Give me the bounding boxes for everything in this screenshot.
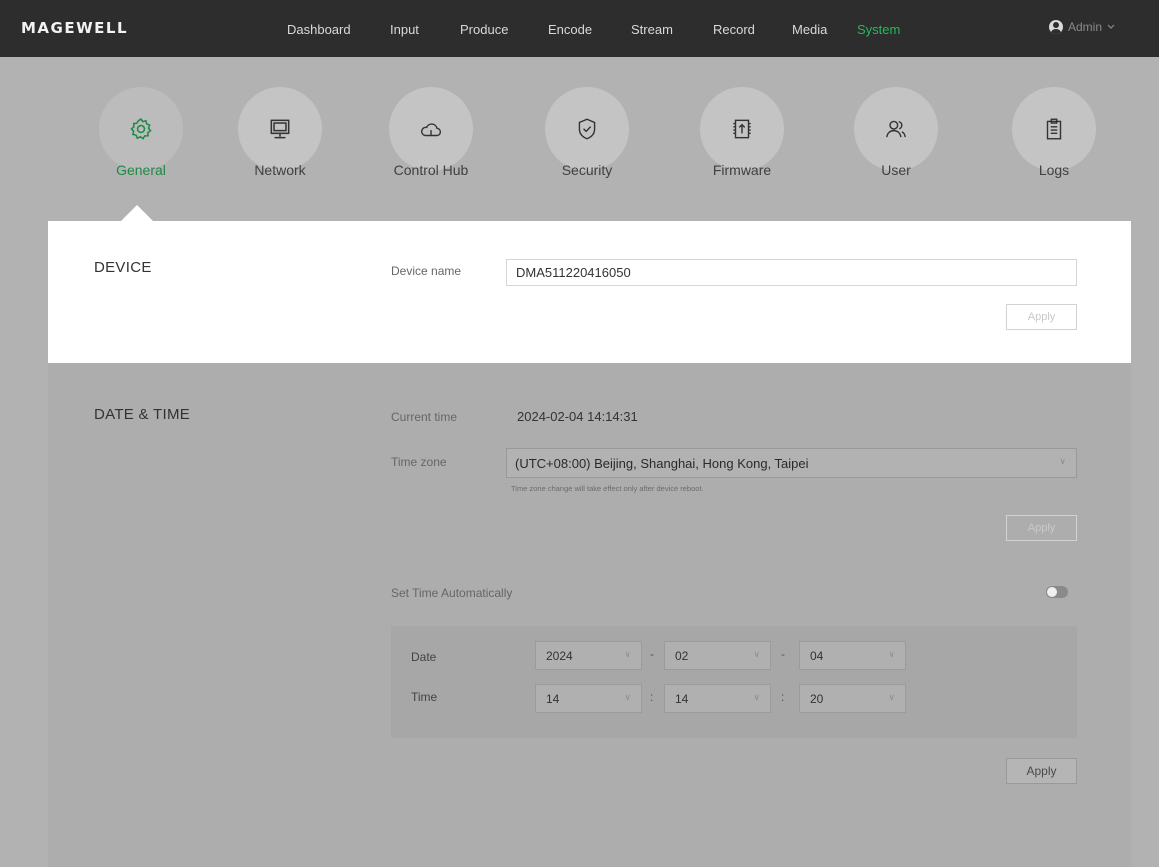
time-zone-value: (UTC+08:00) Beijing, Shanghai, Hong Kong… (515, 455, 809, 471)
chevron-down-icon: ∨ (624, 692, 631, 702)
time-zone-hint: Time zone change will take effect only a… (511, 484, 704, 493)
time-minute-select[interactable]: 14 ∨ (664, 684, 771, 713)
current-time-value: 2024-02-04 14:14:31 (517, 409, 638, 424)
category-label: Network (254, 162, 306, 178)
nav-record[interactable]: Record (713, 22, 755, 37)
chevron-down-icon: ∨ (1059, 456, 1066, 466)
firmware-upload-icon (733, 119, 751, 139)
category-label: Firmware (712, 162, 772, 178)
device-apply-button[interactable]: Apply (1006, 304, 1077, 330)
chevron-down-icon: ∨ (624, 649, 631, 659)
set-time-automatically-label: Set Time Automatically (391, 586, 513, 600)
time-separator: : (781, 690, 785, 704)
user-icon (1049, 20, 1063, 34)
category-label: User (881, 162, 911, 178)
active-tab-indicator (121, 205, 153, 221)
date-time-section-title: DATE & TIME (94, 406, 191, 423)
category-user[interactable]: User (852, 87, 940, 178)
device-panel: DEVICE Device name Apply (48, 221, 1131, 363)
time-second-value: 20 (810, 692, 824, 706)
chevron-down-icon: ∨ (888, 649, 895, 659)
device-section-title: DEVICE (94, 259, 152, 276)
current-time-label: Current time (391, 410, 458, 424)
nav-dashboard[interactable]: Dashboard (287, 22, 351, 37)
category-general[interactable]: General (97, 87, 185, 178)
category-firmware[interactable]: Firmware (698, 87, 786, 178)
cloud-icon (421, 123, 442, 137)
date-day-select[interactable]: 04 ∨ (799, 641, 906, 670)
date-month-select[interactable]: 02 ∨ (664, 641, 771, 670)
chevron-down-icon: ∨ (888, 692, 895, 702)
category-label: Security (561, 162, 613, 178)
shield-icon (578, 118, 596, 140)
category-label: Logs (1038, 162, 1070, 178)
nav-system[interactable]: System (857, 22, 900, 37)
category-network[interactable]: Network (236, 87, 324, 178)
clipboard-icon (1046, 118, 1062, 140)
user-menu[interactable]: Admin (1049, 20, 1115, 34)
time-zone-label: Time zone (391, 455, 447, 469)
nav-media[interactable]: Media (792, 22, 827, 37)
nav-input[interactable]: Input (390, 22, 419, 37)
device-name-label: Device name (391, 264, 462, 278)
nav-produce[interactable]: Produce (460, 22, 508, 37)
date-label: Date (411, 650, 437, 664)
user-name: Admin (1068, 20, 1103, 34)
time-label: Time (411, 690, 438, 704)
chevron-down-icon: ∨ (753, 649, 760, 659)
time-separator: : (650, 690, 654, 704)
gear-icon (130, 118, 152, 140)
manual-date-time-box: Date 2024 ∨ - 02 ∨ - 04 ∨ Time 14 ∨ : 14… (391, 626, 1077, 738)
date-day-value: 04 (810, 649, 824, 663)
nav-stream[interactable]: Stream (631, 22, 673, 37)
time-minute-value: 14 (675, 692, 689, 706)
chevron-down-icon: ∨ (753, 692, 760, 702)
users-icon (886, 120, 906, 138)
nav-encode[interactable]: Encode (548, 22, 592, 37)
date-separator: - (781, 647, 785, 661)
date-year-select[interactable]: 2024 ∨ (535, 641, 642, 670)
time-zone-select[interactable]: (UTC+08:00) Beijing, Shanghai, Hong Kong… (506, 448, 1077, 478)
set-time-automatically-toggle[interactable] (1046, 586, 1068, 598)
date-time-apply-button[interactable]: Apply (1006, 758, 1077, 784)
date-month-value: 02 (675, 649, 689, 663)
chevron-down-icon (1107, 24, 1115, 29)
category-label: Control Hub (393, 162, 469, 178)
magewell-logo[interactable]: MAGEWELL (21, 19, 128, 37)
top-nav-bar: MAGEWELL Dashboard Input Produce Encode … (0, 0, 1159, 57)
time-hour-value: 14 (546, 692, 560, 706)
monitor-icon (270, 119, 290, 139)
category-security[interactable]: Security (543, 87, 631, 178)
device-name-input[interactable] (506, 259, 1077, 286)
time-second-select[interactable]: 20 ∨ (799, 684, 906, 713)
category-logs[interactable]: Logs (1010, 87, 1098, 178)
date-separator: - (650, 647, 654, 661)
time-hour-select[interactable]: 14 ∨ (535, 684, 642, 713)
category-control-hub[interactable]: Control Hub (387, 87, 475, 178)
date-year-value: 2024 (546, 649, 573, 663)
time-zone-apply-button[interactable]: Apply (1006, 515, 1077, 541)
category-label: General (116, 162, 166, 178)
date-time-panel: DATE & TIME Current time 2024-02-04 14:1… (48, 363, 1131, 867)
